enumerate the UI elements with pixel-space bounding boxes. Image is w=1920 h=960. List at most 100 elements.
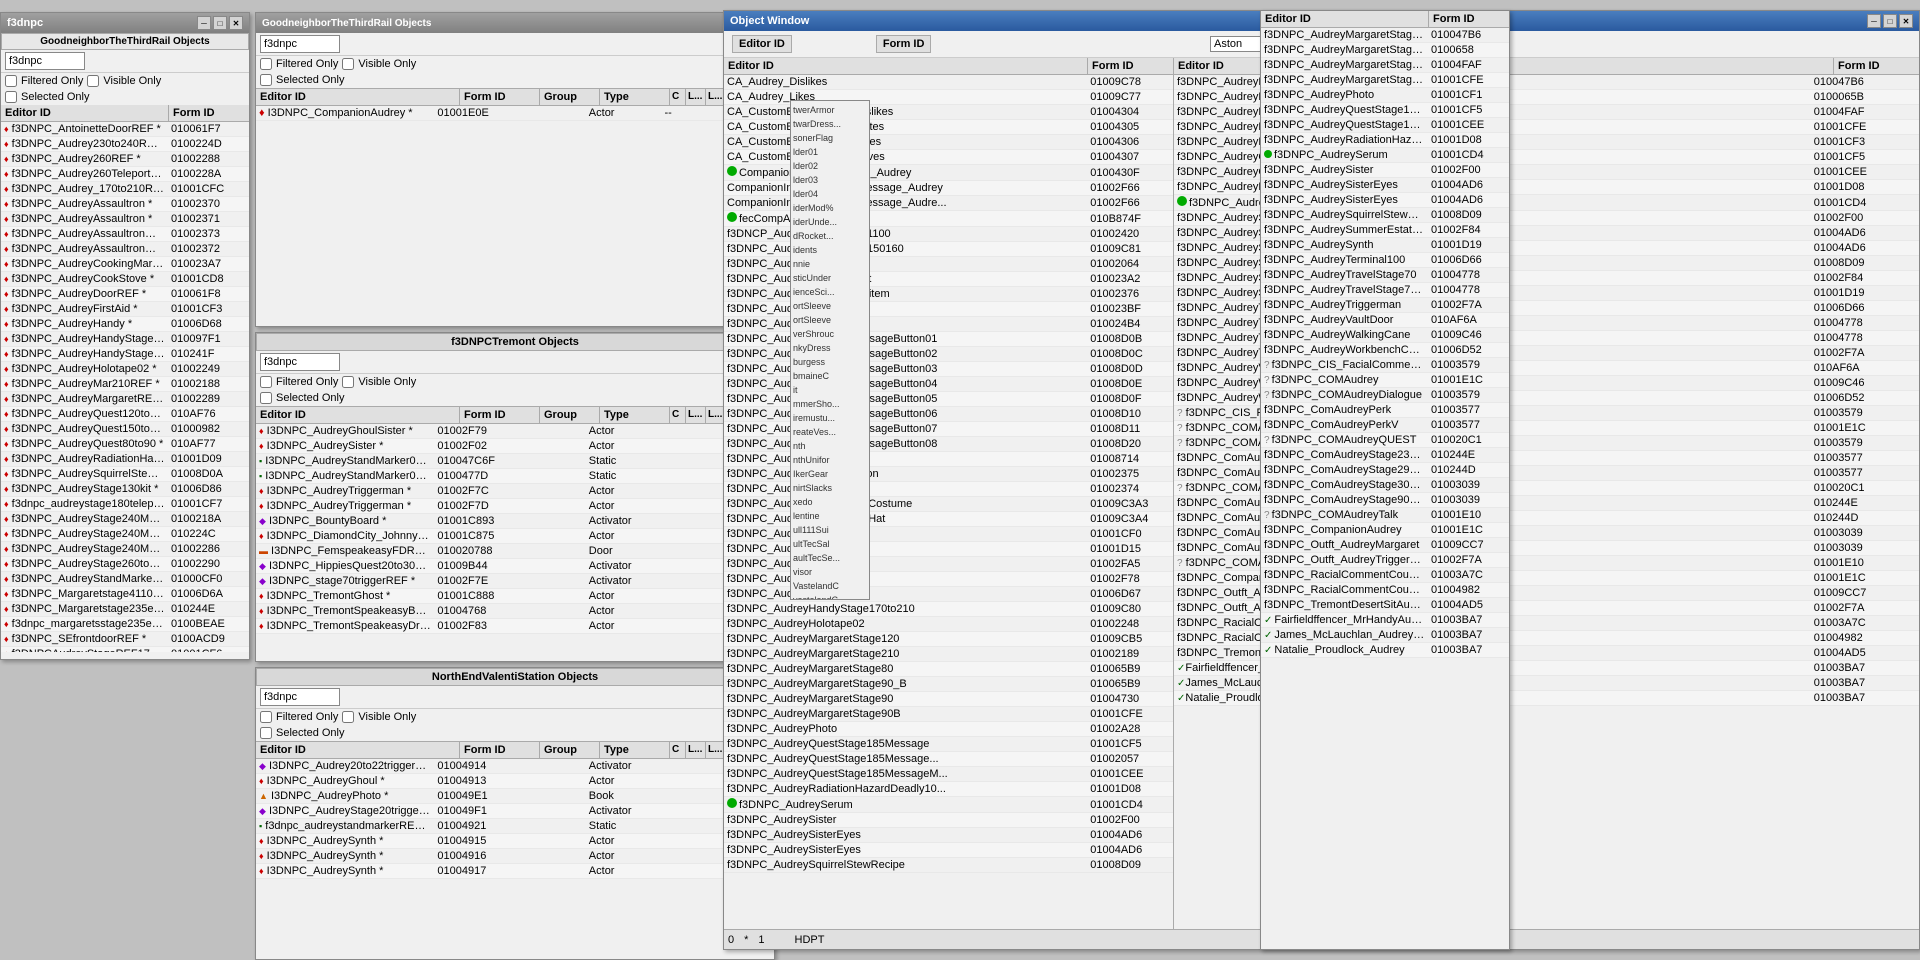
table-row[interactable]: ♦ f3DNPC_AudreyStage130kit *01006D86 [1,482,249,497]
table-row[interactable]: ♦ I3DNPC_AudreySynth *01004916Actor-- [256,849,774,864]
table-row[interactable]: ◆ I3DNPC_Audrey20to22triggerREF...010049… [256,759,774,774]
table-row[interactable]: f3DNPC_AudreySerum01001CD4 [724,797,1173,813]
table-row[interactable]: ✓James_McLauchlan_AudreyFather01003BA7 [1261,628,1509,643]
table-row[interactable]: ♦ I3DNPC_AudreySynth *01004917Actor-- [256,864,774,879]
table-row[interactable]: ✓Fairfieldffencer_MrHandyAudrey01003BA7 [1261,613,1509,628]
table-row[interactable]: f3DNPC_AudreySisterEyes01004AD6 [1261,178,1509,193]
right-edge-scroll[interactable]: f3DNPC_AudreyMargaretStage80010047B6 f3DN… [1261,28,1509,946]
table-row[interactable]: f3DNPC_AudreyRadiationHazardDeadly10...0… [724,782,1173,797]
table-row[interactable]: ◆ I3DNPC_stage70triggerREF *01002F7EActi… [256,574,774,589]
table-row[interactable]: f3DNPC_AudreyRadiationHazard...01001D08 [1261,133,1509,148]
table-row[interactable]: f3DNPC_AudreyMargaretStage80010047B6 [1261,28,1509,43]
table-row[interactable]: f3DNPC_AudreyMargaretStage90B01001CFE [1261,73,1509,88]
table-row[interactable]: f3DNPC_AudreyQuestStage185MessageM...010… [724,767,1173,782]
table-row[interactable]: ♦ f3DNPC_AudreyCookingMarkerRE...010023A… [1,257,249,272]
table-row[interactable]: ♦ f3DNPC_AudreyHandyStage160R...010097F1 [1,332,249,347]
table-row[interactable]: f3DNPC_ComAudreyStage30Greet01003039 [1261,478,1509,493]
table-row[interactable]: ♦ f3DNPC_AudreyAssaultronMarker...010023… [1,242,249,257]
table-row[interactable]: f3DNPC_AudreyMargaretStage12001009CB5 [724,632,1173,647]
table-row[interactable]: f3DNPC_RacialCommentCount_Audrey01003A7C [1261,568,1509,583]
table-row[interactable]: f3DNPC_AudreyMargaretStage21001002189 [724,647,1173,662]
table-row[interactable]: ♦ f3DNPC_AudreyQuest150to160 *01000982 [1,422,249,437]
table-row[interactable]: f3DNPC_AudreyWorkbenchCooking...01006D52 [1261,343,1509,358]
table-row[interactable]: ♦ f3DNPC_SEfrontdoorREF *0100ACD9 [1,632,249,647]
table-row[interactable]: ▬ I3DNPC_FemspeakeasyFDREF *010020788Doo… [256,544,774,559]
table-row[interactable]: ♦ I3DNPC_TremontSpeakeasyBarte...0100476… [256,604,774,619]
table-row[interactable]: f3DNPC_AudreyPhoto01001CF1 [1261,88,1509,103]
table-row[interactable]: ♦ f3DNPCAudreyStageREF170to180 *01001CF6 [1,647,249,653]
table-row[interactable]: ♦ f3DNPC_AudreyQuest120to130 *010AF76 [1,407,249,422]
table-row[interactable]: ♦ I3DNPC_AudreyTriggerman *01002F7CActor… [256,484,774,499]
filtered-only-cb-1[interactable] [5,75,17,87]
table-row[interactable]: ♦ I3DNPC_TremontGhost *01001C888Actor(.Y [256,589,774,604]
table-row[interactable]: ♦ f3DNPC_Audrey260REF *01002288 [1,152,249,167]
table-row[interactable]: ♦ f3DNPC_Audrey230to240REF *0100224D [1,137,249,152]
filter-input-3[interactable] [260,353,340,371]
table-row[interactable]: ♦ f3DNPC_AudreyHandy *01006D68 [1,317,249,332]
selected-only-cb-3[interactable] [260,392,272,404]
table-row[interactable]: ♦ I3DNPC_AudreyGhoulSister *01002F79Acto… [256,424,774,439]
table-row[interactable]: f3DNPC_AudreyMargaretStage80010065B9 [724,662,1173,677]
table-row[interactable]: ♦ I3DNPC_AudreyGhoul *01004913Actor-- [256,774,774,789]
main-maximize-btn[interactable]: □ [1883,14,1897,28]
table-row[interactable]: f3DNPC_AudreySisterEyes01004AD6 [724,828,1173,843]
filter-input-2[interactable] [260,35,340,53]
table-row[interactable]: ♦ f3dnpc_margaretsstage235exitRE...0100B… [1,617,249,632]
selected-only-cb-4[interactable] [260,727,272,739]
visible-only-cb-1[interactable] [87,75,99,87]
table-row[interactable]: f3DNPC_AudreyTravelStage70_B01004778 [1261,283,1509,298]
col-form-id-re[interactable]: Form ID [1429,11,1509,27]
table-row[interactable]: f3DNPC_AudreyHolotape0201002248 [724,617,1173,632]
table-row[interactable]: ♦ I3DNPC_TremontSpeakeasyDrifter...01002… [256,619,774,634]
table-row[interactable]: ♦ f3DNPC_Margaretstage235exitRE...010244… [1,602,249,617]
col-editor-id-main[interactable]: Editor ID [724,58,1088,74]
table-row[interactable]: ?f3DNPC_COMAudrey01001E1C [1261,373,1509,388]
table-row[interactable]: CA_Audrey_Dislikes01009C78 [724,75,1173,90]
table-row[interactable]: ♦ f3DNPC_AudreyAssaultron *01002370 [1,197,249,212]
table-row[interactable]: f3DNPC_AudreySisterEyes01004AD6 [1261,193,1509,208]
table-row[interactable]: ♦ f3DNPC_AudreyRadiationHazardD...01001D… [1,452,249,467]
table-row[interactable]: ♦ f3DNPC_AudreyQuest80to90 *010AF77 [1,437,249,452]
table-row[interactable]: f3DNPC_AudreyQuestStage185Message...0100… [724,752,1173,767]
table-row[interactable]: f3DNPC_ComAudreyStage234greet010244E [1261,448,1509,463]
table-row[interactable]: ▪ I3DNPC_AudreyStandMarker03R...0100477D… [256,469,774,484]
table-row[interactable]: ◆ I3DNPC_BountyBoard *01001C893Activator… [256,514,774,529]
minimize-btn[interactable]: ─ [197,16,211,30]
table-row[interactable]: ◆ I3DNPC_AudreyStage20triggerRE...010049… [256,804,774,819]
col-editor-id-2[interactable]: Editor ID [256,89,460,105]
table-row[interactable]: f3DNPC_AudreyTravelStage7001004778 [1261,268,1509,283]
table-row[interactable]: ♦ f3DNPC_AudreyAssaultron *01002371 [1,212,249,227]
table-row[interactable]: ♦ f3DNPC_AudreyCookStove *01001CD8 [1,272,249,287]
table-row[interactable]: ♦ f3DNPC_AudreyStage240MarkerRE...010021… [1,512,249,527]
selected-only-cb-1[interactable] [5,91,17,103]
main-minimize-btn[interactable]: ─ [1867,14,1881,28]
table-row[interactable]: f3DNPC_AudreySister01002F00 [1261,163,1509,178]
table-row[interactable]: ?f3DNPC_COMAudreyDialogue01003579 [1261,388,1509,403]
table-row[interactable]: f3DNPC_AudreySquirrelStewRecip...01008D0… [1261,208,1509,223]
table-row[interactable]: f3DNPC_AudreyQuestStage185Message01001CF… [724,737,1173,752]
table-row[interactable]: f3DNPC_ComAudreyStage295greet010244D [1261,463,1509,478]
table-row[interactable]: ♦ f3DNPC_AudreyMargaretREF260 *01002289 [1,392,249,407]
maximize-btn[interactable]: □ [213,16,227,30]
table-row[interactable]: ♦ f3DNPC_AudreyHandyStage160R...010241F [1,347,249,362]
col-editor-id-re[interactable]: Editor ID [1261,11,1429,27]
table-row[interactable]: ♦ f3DNPC_AudreyDoorREF *010061F8 [1,287,249,302]
table-row[interactable]: ?f3DNPC_COMAudreyQUEST010020C1 [1261,433,1509,448]
table-row[interactable]: f3DNPC_AudreyMargaretStage90_B010065B9 [724,677,1173,692]
table-row[interactable]: ♦ f3DNPC_Audrey260TeleportREF *0100228A [1,167,249,182]
panel4-scroll[interactable]: ◆ I3DNPC_Audrey20to22triggerREF...010049… [256,759,774,879]
table-row[interactable]: f3DNPC_AudreySisterEyes01004AD6 [724,843,1173,858]
col-form-id-right[interactable]: Form ID [1834,58,1919,74]
table-row[interactable]: ▲ I3DNPC_AudreyPhoto *010049E1Book(.Y [256,789,774,804]
close-btn[interactable]: ✕ [229,16,243,30]
table-row[interactable]: f3DNPC_ComAudreyPerk01003577 [1261,403,1509,418]
col-form-id-main[interactable]: Form ID [1088,58,1173,74]
table-row[interactable]: f3DNPC_AudreyWalkingCane01009C46 [1261,328,1509,343]
table-row[interactable]: f3DNPC_AudreySummerEstateKey01002F84 [1261,223,1509,238]
table-row[interactable]: f3DNPC_ComAudreyStage90BackupGr...010030… [1261,493,1509,508]
table-row[interactable]: ?f3DNPC_CIS_FacialComments_Audrey0100357… [1261,358,1509,373]
table-row[interactable]: ♦ I3DNPC_AudreySister *01002F02Actor(.Y [256,439,774,454]
panel3-scroll[interactable]: ♦ I3DNPC_AudreyGhoulSister *01002F79Acto… [256,424,774,634]
table-row[interactable]: f3DNPC_AudreyTriggerman01002F7A [1261,298,1509,313]
table-row[interactable]: f3DNPC_AudreySynth01001D19 [1261,238,1509,253]
